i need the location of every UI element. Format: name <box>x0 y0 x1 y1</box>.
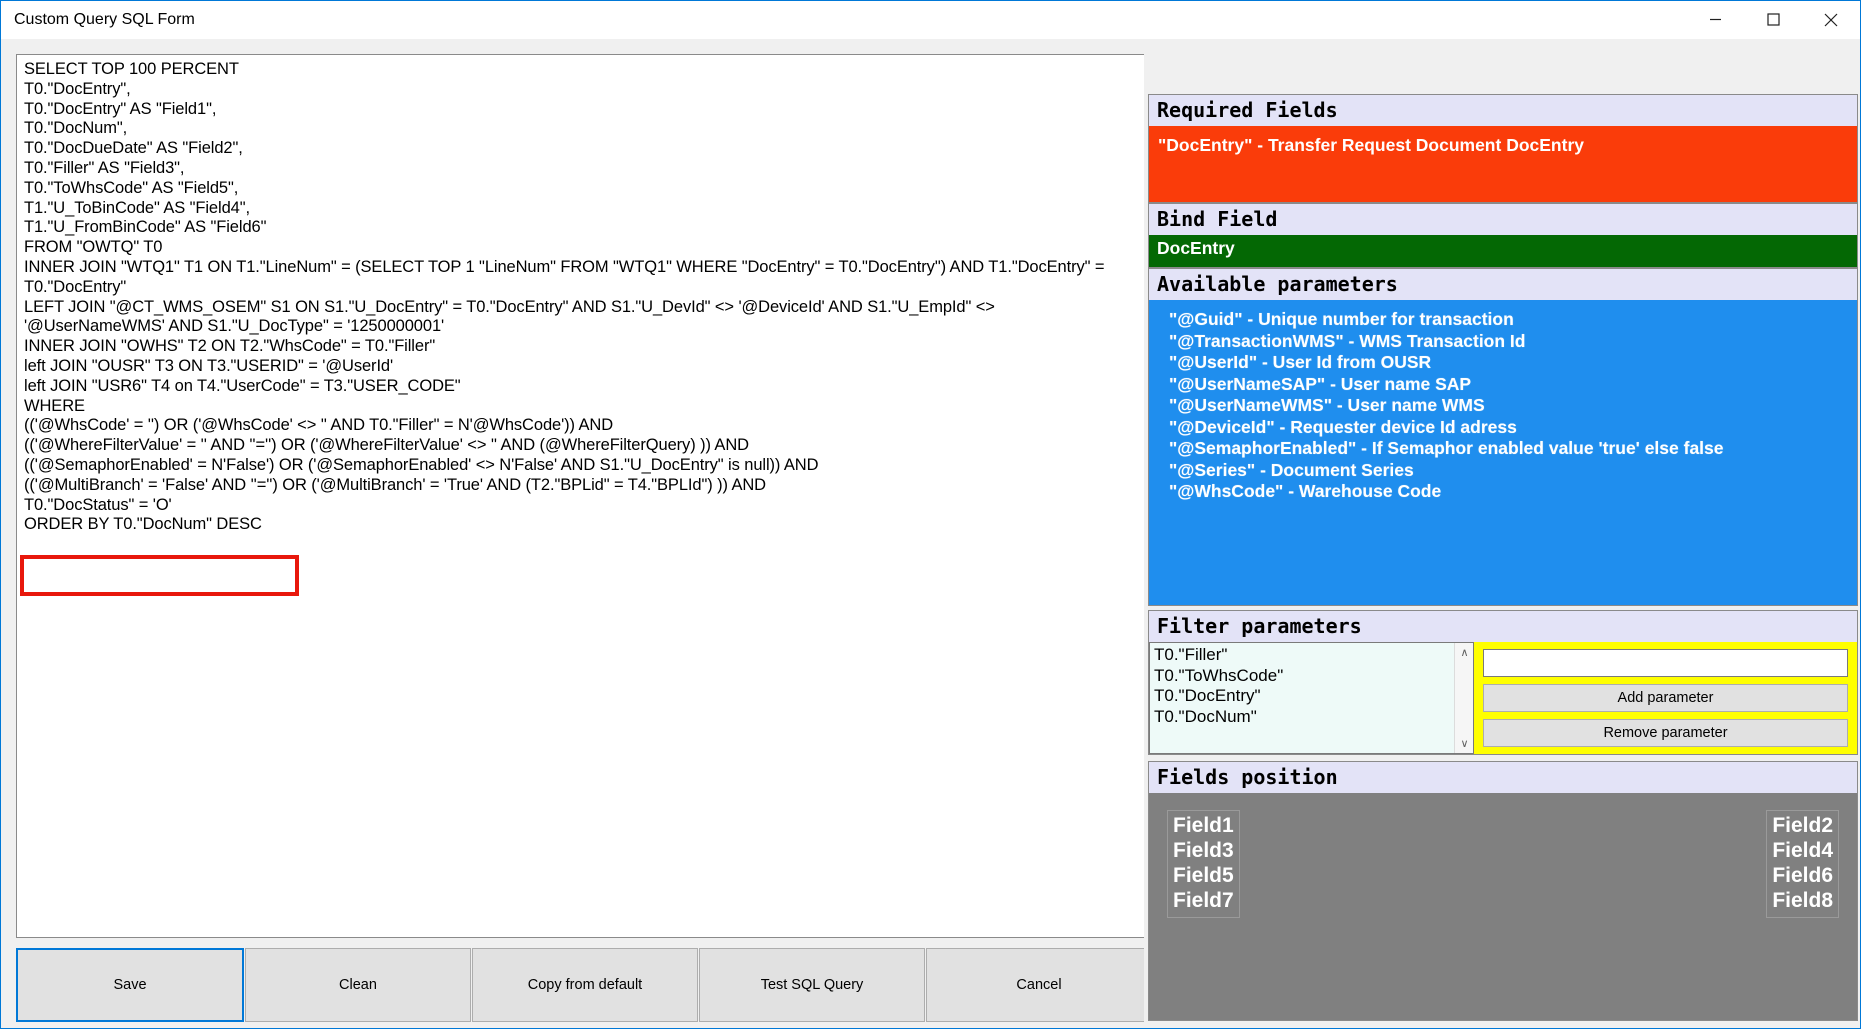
remove-parameter-button[interactable]: Remove parameter <box>1483 719 1848 747</box>
save-button[interactable]: Save <box>16 948 244 1022</box>
filter-parameters-header: Filter parameters <box>1148 610 1858 643</box>
available-parameter-item: "@DeviceId" - Requester device Id adress <box>1169 416 1517 437</box>
available-parameter-item: "@UserNameWMS" - User name WMS <box>1169 395 1485 415</box>
field-chip[interactable]: Field8 <box>1772 888 1833 913</box>
sql-editor[interactable]: SELECT TOP 100 PERCENT T0."DocEntry", T0… <box>16 54 1152 938</box>
close-icon[interactable] <box>1802 1 1860 39</box>
available-parameter-item: "@SemaphorEnabled" - If Semaphor enabled… <box>1169 438 1724 458</box>
bind-field-value: DocEntry <box>1157 238 1235 258</box>
field-chip[interactable]: Field3 <box>1173 838 1234 863</box>
parameter-input[interactable] <box>1483 649 1848 677</box>
list-item[interactable]: T0."Filler" <box>1152 645 1473 666</box>
window-title: Custom Query SQL Form <box>14 10 195 28</box>
field-chip[interactable]: Field5 <box>1173 863 1234 888</box>
list-item[interactable]: T0."DocEntry" <box>1152 686 1473 707</box>
chevron-down-icon[interactable]: ∨ <box>1455 734 1473 753</box>
required-field-item: "DocEntry" - Transfer Request Document D… <box>1158 135 1584 155</box>
filter-list-scrollbar[interactable]: ∧ ∨ <box>1454 643 1473 753</box>
clean-button[interactable]: Clean <box>245 948 471 1022</box>
cancel-button[interactable]: Cancel <box>926 948 1152 1022</box>
maximize-icon[interactable] <box>1744 1 1802 39</box>
fields-position-area: Field1 Field3 Field5 Field7 Field2 Field… <box>1148 793 1858 1021</box>
bind-field-value-box: DocEntry <box>1148 235 1858 268</box>
order-by-highlight-box <box>20 555 299 596</box>
available-parameter-item: "@WhsCode" - Warehouse Code <box>1169 481 1442 501</box>
fields-right-column: Field2 Field4 Field6 Field8 <box>1766 810 1839 918</box>
client-area: SELECT TOP 100 PERCENT T0."DocEntry", T0… <box>1 40 1860 1028</box>
field-chip[interactable]: Field7 <box>1173 888 1234 913</box>
copy-from-default-button[interactable]: Copy from default <box>472 948 698 1022</box>
available-parameter-item: "@Guid" - Unique number for transaction <box>1169 309 1514 329</box>
field-chip[interactable]: Field2 <box>1772 813 1833 838</box>
available-parameter-item: "@Series" - Document Series <box>1169 459 1414 480</box>
window-controls <box>1686 1 1860 39</box>
available-parameter-item: "@UserId" - User Id from OUSR <box>1169 352 1432 372</box>
available-parameters-header: Available parameters <box>1148 268 1858 301</box>
available-parameter-item: "@TransactionWMS" - WMS Transaction Id <box>1169 330 1526 351</box>
available-parameter-item: "@UserNameSAP" - User name SAP <box>1169 373 1472 394</box>
field-chip[interactable]: Field6 <box>1772 863 1833 888</box>
field-chip[interactable]: Field4 <box>1772 838 1833 863</box>
fields-position-header: Fields position <box>1148 761 1858 794</box>
filter-parameters-section: T0."Filler" T0."ToWhsCode" T0."DocEntry"… <box>1148 642 1858 755</box>
add-parameter-button[interactable]: Add parameter <box>1483 684 1848 712</box>
form-button-row: Save Clean Copy from default Test SQL Qu… <box>16 948 1152 1022</box>
list-item[interactable]: T0."ToWhsCode" <box>1152 666 1473 687</box>
chevron-up-icon[interactable]: ∧ <box>1455 643 1473 662</box>
sql-query-text[interactable]: SELECT TOP 100 PERCENT T0."DocEntry", T0… <box>17 55 1151 535</box>
filter-parameter-controls: Add parameter Remove parameter <box>1474 642 1857 754</box>
list-item[interactable]: T0."DocNum" <box>1152 707 1473 728</box>
bind-field-header: Bind Field <box>1148 203 1858 236</box>
required-fields-list: "DocEntry" - Transfer Request Document D… <box>1148 126 1858 203</box>
required-fields-header: Required Fields <box>1148 94 1858 127</box>
right-panel: Required Fields "DocEntry" - Transfer Re… <box>1144 40 1860 1028</box>
minimize-icon[interactable] <box>1686 1 1744 39</box>
field-chip[interactable]: Field1 <box>1173 813 1234 838</box>
test-sql-query-button[interactable]: Test SQL Query <box>699 948 925 1022</box>
filter-parameters-listbox[interactable]: T0."Filler" T0."ToWhsCode" T0."DocEntry"… <box>1149 642 1474 754</box>
application-window: Custom Query SQL Form SELECT TOP 100 PER… <box>0 0 1861 1029</box>
fields-left-column: Field1 Field3 Field5 Field7 <box>1167 810 1240 918</box>
title-bar: Custom Query SQL Form <box>1 1 1860 39</box>
available-parameters-list: "@Guid" - Unique number for transaction … <box>1148 300 1858 606</box>
